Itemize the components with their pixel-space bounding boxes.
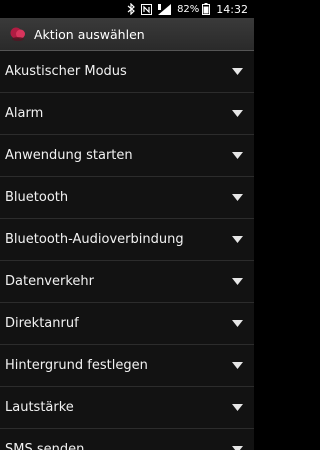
list-item-sms-senden[interactable]: SMS senden <box>0 429 254 450</box>
list-item-label: SMS senden <box>5 442 85 450</box>
list-item-hintergrund-festlegen[interactable]: Hintergrund festlegen <box>0 345 254 387</box>
list-item-anwendung-starten[interactable]: Anwendung starten <box>0 135 254 177</box>
list-item-akustischer-modus[interactable]: Akustischer Modus <box>0 51 254 93</box>
list-item-label: Bluetooth <box>5 190 69 205</box>
list-item-label: Alarm <box>5 106 44 121</box>
list-item-label: Lautstärke <box>5 400 74 415</box>
page-title: Aktion auswählen <box>34 26 145 42</box>
chevron-down-icon <box>232 68 243 75</box>
list-item-datenverkehr[interactable]: Datenverkehr <box>0 261 254 303</box>
signal-icon <box>158 3 172 15</box>
battery-percent: 82% <box>177 3 200 15</box>
chevron-down-icon <box>232 110 243 117</box>
status-bar: 82% 14:32 <box>0 0 254 18</box>
list-item-label: Hintergrund festlegen <box>5 358 148 373</box>
chevron-down-icon <box>232 404 243 411</box>
chevron-down-icon <box>232 194 243 201</box>
action-list: Akustischer Modus Alarm Anwendung starte… <box>0 51 254 450</box>
list-item-label: Bluetooth-Audioverbindung <box>5 232 184 247</box>
chevron-down-icon <box>232 362 243 369</box>
chevron-down-icon <box>232 278 243 285</box>
list-item-direktanruf[interactable]: Direktanruf <box>0 303 254 345</box>
title-bar: Aktion auswählen <box>0 18 254 51</box>
chevron-down-icon <box>232 320 243 327</box>
nfc-icon <box>141 3 153 15</box>
list-item-lautstaerke[interactable]: Lautstärke <box>0 387 254 429</box>
bluetooth-icon <box>127 3 135 15</box>
list-item-bluetooth-audioverbindung[interactable]: Bluetooth-Audioverbindung <box>0 219 254 261</box>
chevron-down-icon <box>232 236 243 243</box>
app-icon <box>8 24 28 44</box>
chevron-down-icon <box>232 446 243 450</box>
list-item-bluetooth[interactable]: Bluetooth <box>0 177 254 219</box>
list-item-label: Anwendung starten <box>5 148 133 163</box>
list-item-alarm[interactable]: Alarm <box>0 93 254 135</box>
list-item-label: Direktanruf <box>5 316 79 331</box>
battery-icon <box>202 3 211 15</box>
clock: 14:32 <box>216 2 248 16</box>
list-item-label: Akustischer Modus <box>5 64 127 79</box>
chevron-down-icon <box>232 152 243 159</box>
screen: 82% 14:32 Aktion auswählen Akustischer M… <box>0 0 254 450</box>
list-item-label: Datenverkehr <box>5 274 94 289</box>
